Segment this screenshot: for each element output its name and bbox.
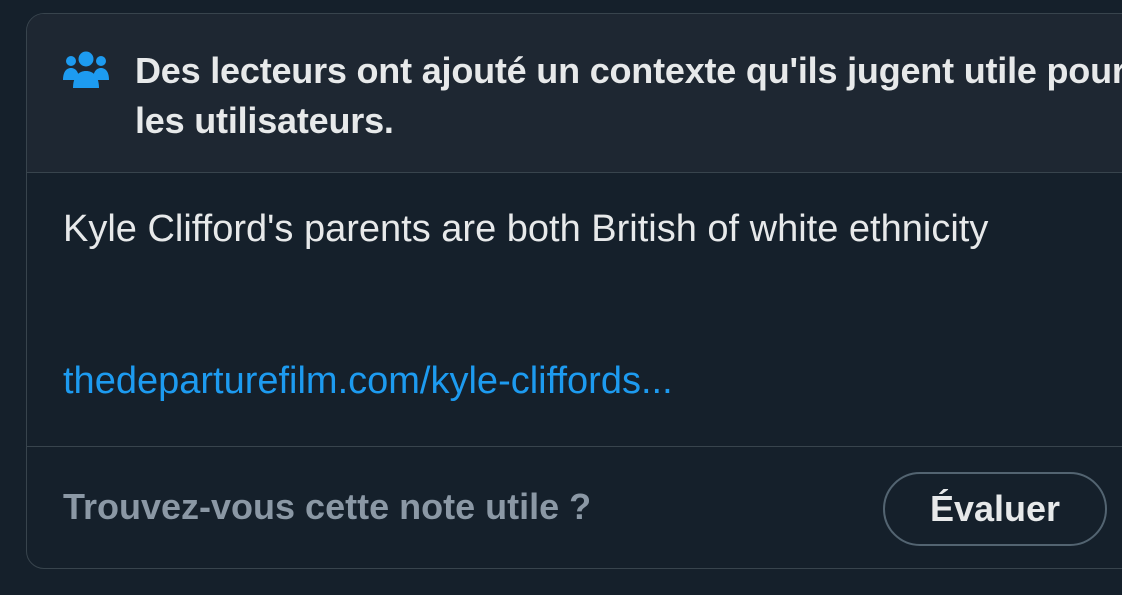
note-body: Kyle Clifford's parents are both British… bbox=[27, 173, 1122, 447]
people-icon bbox=[63, 50, 109, 88]
note-header: Des lecteurs ont ajouté un contexte qu'i… bbox=[27, 14, 1122, 173]
note-text: Kyle Clifford's parents are both British… bbox=[63, 208, 989, 250]
note-header-title: Des lecteurs ont ajouté un contexte qu'i… bbox=[135, 50, 1122, 141]
note-footer: Trouvez-vous cette note utile ? Évaluer bbox=[27, 447, 1122, 568]
page: Des lecteurs ont ajouté un contexte qu'i… bbox=[0, 0, 1122, 595]
community-note-card: Des lecteurs ont ajouté un contexte qu'i… bbox=[26, 13, 1122, 569]
source-link[interactable]: thedeparturefilm.com/kyle-cliffords... bbox=[63, 355, 673, 407]
rate-button[interactable]: Évaluer bbox=[883, 472, 1107, 546]
helpful-question: Trouvez-vous cette note utile ? bbox=[63, 486, 592, 527]
